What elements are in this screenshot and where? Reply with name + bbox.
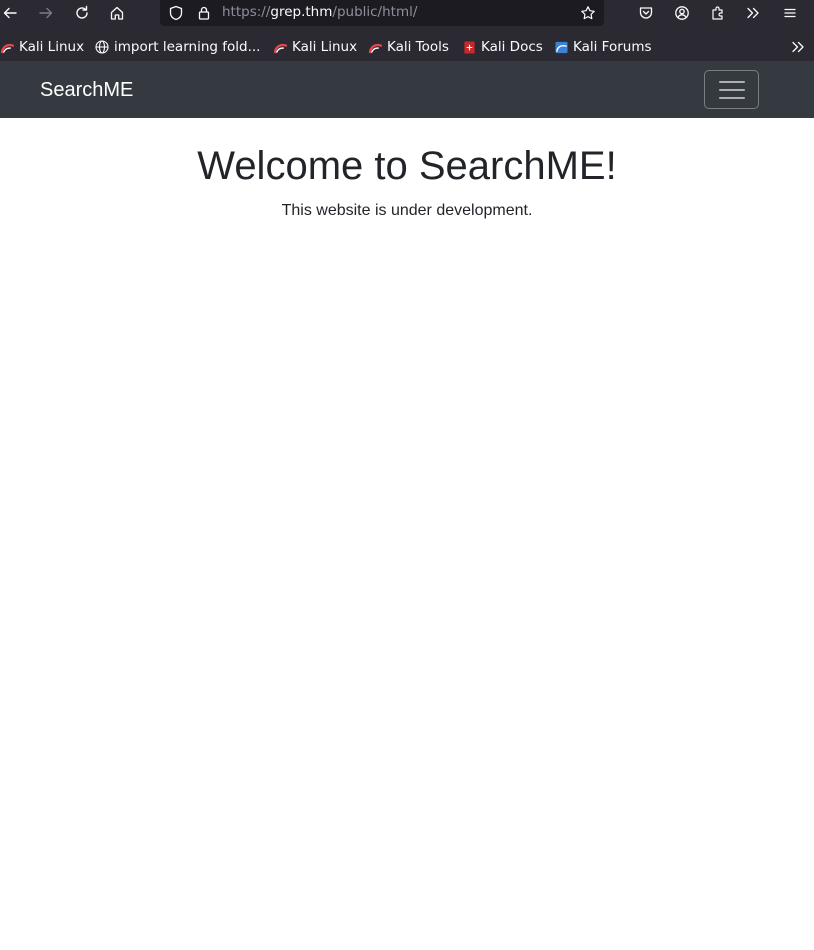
kali-forums-favicon <box>555 41 568 53</box>
hamburger-icon <box>719 81 745 83</box>
main-content: Welcome to SearchME! This website is und… <box>0 118 814 221</box>
menu-icon[interactable] <box>777 0 803 26</box>
overflow-icon[interactable] <box>740 0 766 26</box>
bookmark-kali-tools[interactable]: Kali Tools <box>369 33 449 61</box>
account-icon[interactable] <box>669 0 695 26</box>
toolbar-separator <box>0 26 814 33</box>
lock-icon[interactable] <box>196 5 212 21</box>
bookmark-import-learning[interactable]: import learning fold... <box>95 33 260 61</box>
bookmark-label: Kali Docs <box>481 39 543 55</box>
hamburger-icon <box>719 89 745 91</box>
bookmark-kali-linux[interactable]: Kali Linux <box>1 33 84 61</box>
bookmarks-bar: Kali Linux import learning fold... Kali … <box>0 33 814 61</box>
browser-toolbar: https://grep.thm/public/html/ <box>0 0 814 26</box>
bookmark-label: Kali Linux <box>292 39 358 55</box>
bookmark-kali-linux-2[interactable]: Kali Linux <box>274 33 357 61</box>
home-icon[interactable] <box>104 0 130 26</box>
kali-docs-favicon <box>464 40 475 54</box>
kali-favicon <box>1 43 14 53</box>
url-host: grep.thm <box>270 4 333 20</box>
reload-icon[interactable] <box>69 0 95 26</box>
bookmark-label: Kali Linux <box>19 39 85 55</box>
extensions-icon[interactable] <box>705 0 731 26</box>
url-path: /public/html/ <box>332 4 418 20</box>
url-text[interactable]: https://grep.thm/public/html/ <box>222 4 417 21</box>
bookmark-kali-docs[interactable]: Kali Docs <box>463 33 543 61</box>
bookmark-label: import learning fold... <box>114 39 261 55</box>
bookmark-kali-forums[interactable]: Kali Forums <box>555 33 652 61</box>
bookmark-label: Kali Tools <box>387 39 449 55</box>
navbar-toggler-button[interactable] <box>704 70 759 109</box>
page-heading: Welcome to SearchME! <box>197 144 617 188</box>
kali-favicon <box>369 43 382 53</box>
kali-favicon <box>274 43 287 53</box>
back-icon[interactable] <box>0 0 23 26</box>
pocket-icon[interactable] <box>633 0 659 26</box>
navbar-brand[interactable]: SearchME <box>40 78 133 102</box>
hamburger-icon <box>719 97 745 99</box>
forward-icon[interactable] <box>33 0 59 26</box>
site-navbar: SearchME <box>0 61 814 118</box>
bookmark-label: Kali Forums <box>573 39 652 55</box>
url-bar[interactable]: https://grep.thm/public/html/ <box>160 0 604 26</box>
page-subtitle: This website is under development. <box>281 202 533 219</box>
url-scheme: https:// <box>222 4 271 20</box>
globe-icon <box>95 40 109 54</box>
bookmarks-overflow-icon[interactable] <box>790 39 806 55</box>
star-icon[interactable] <box>580 5 596 21</box>
shield-icon[interactable] <box>168 5 184 21</box>
